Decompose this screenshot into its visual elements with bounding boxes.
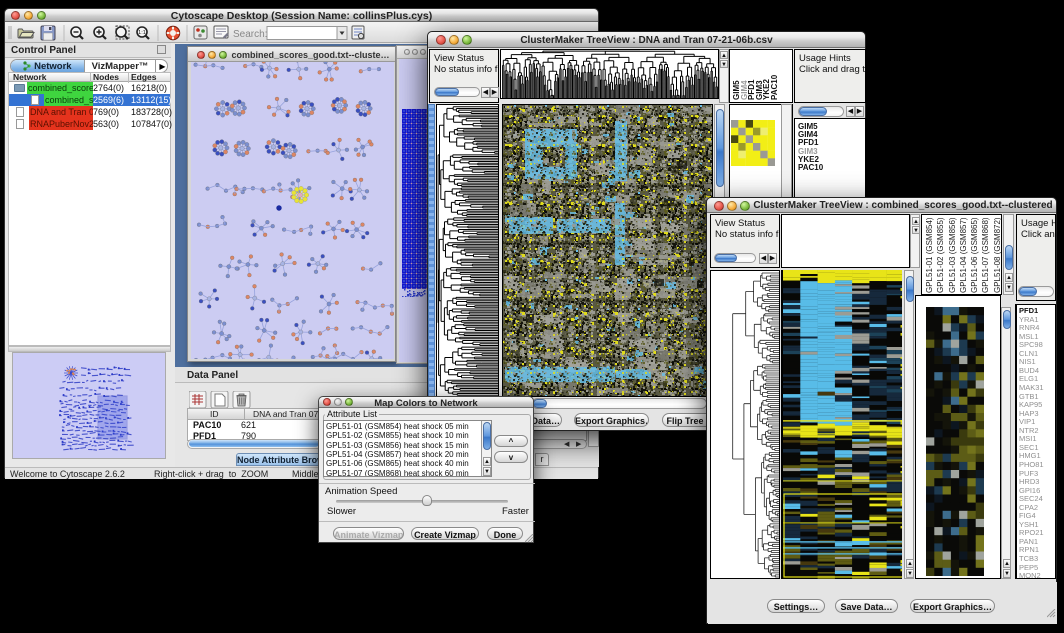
svg-text:Search:: Search: — [233, 29, 267, 40]
svg-text:1:1: 1:1 — [138, 30, 146, 36]
